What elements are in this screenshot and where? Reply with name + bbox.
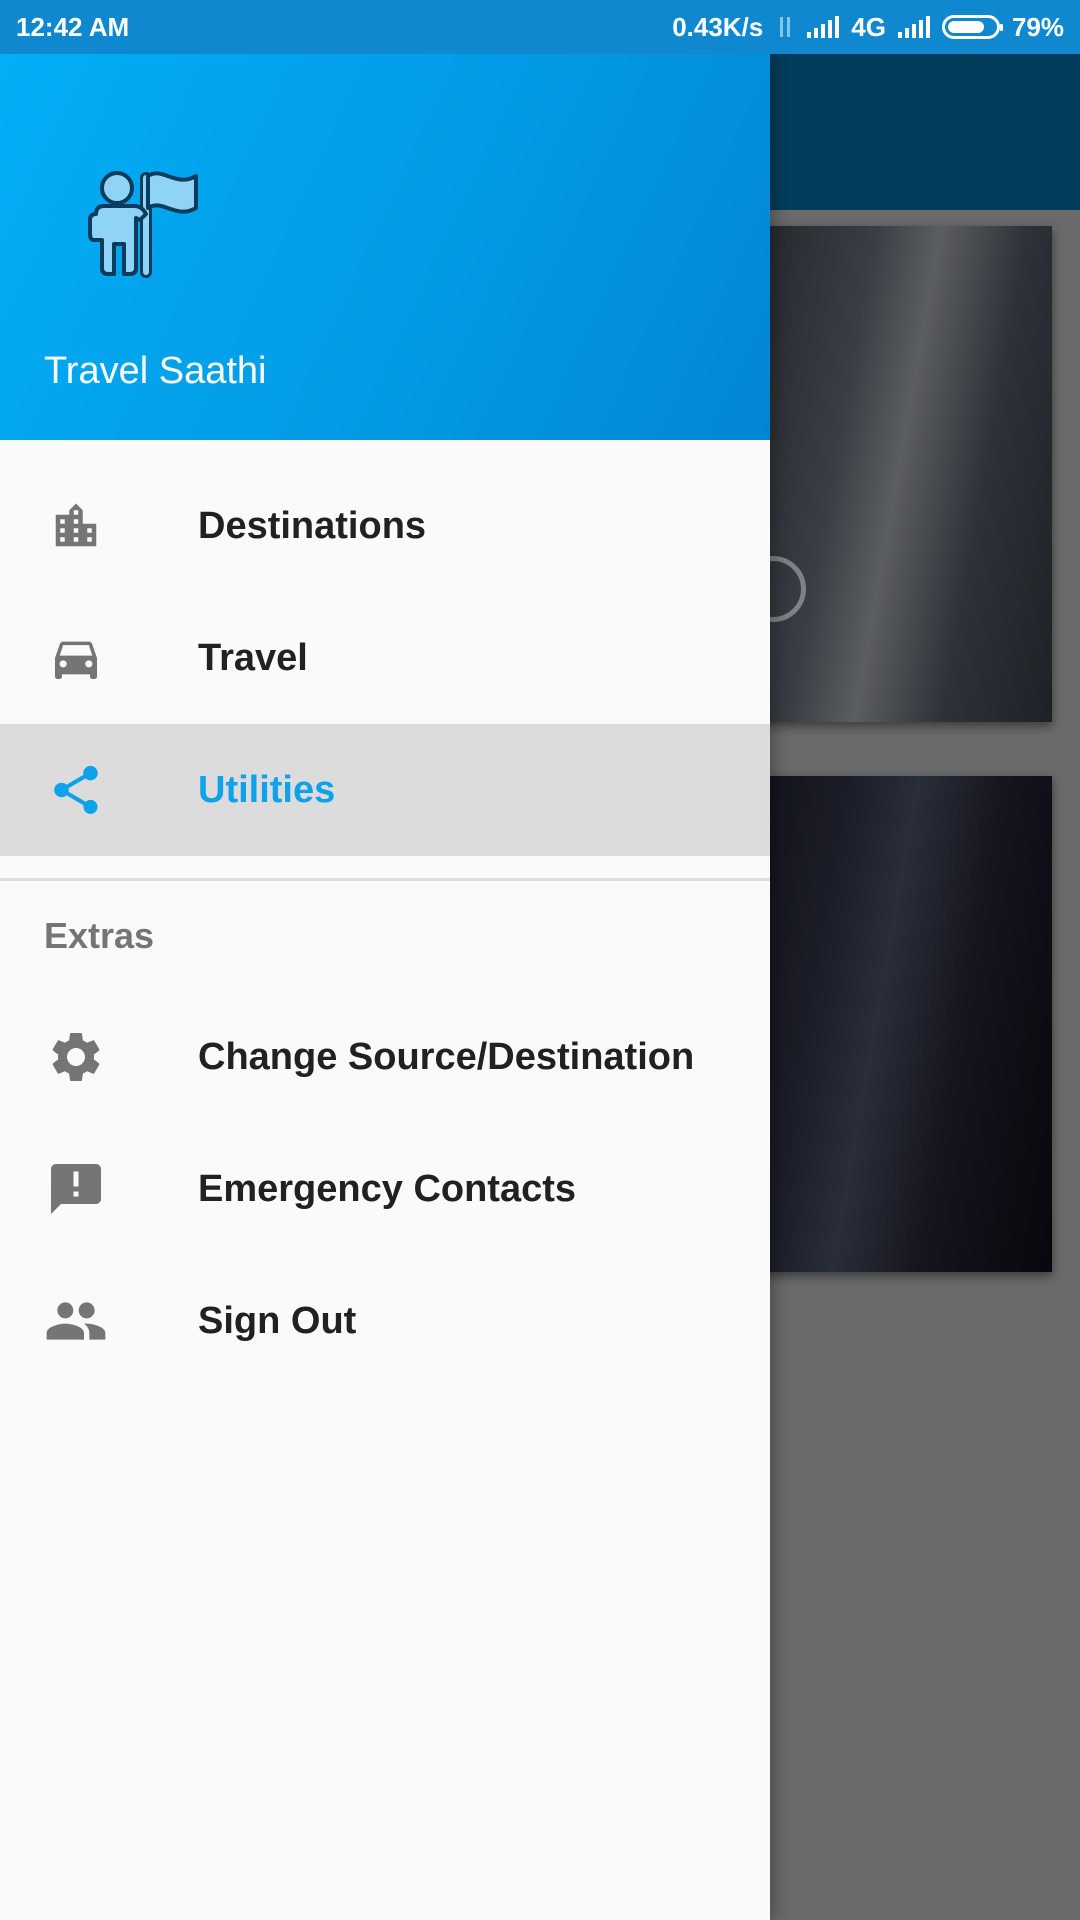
menu-item-label: Sign Out (198, 1299, 357, 1342)
traveler-flag-icon (88, 171, 198, 278)
menu-item-label: Utilities (198, 768, 336, 811)
signal-strength-icon (807, 16, 840, 38)
battery-percent: 79% (1011, 11, 1064, 42)
city-building-icon (44, 494, 108, 558)
data-transfer-icon (775, 15, 795, 39)
status-indicators: 0.43K/s 4G 79% (672, 12, 1064, 43)
menu-item-label: Emergency Contacts (198, 1167, 577, 1210)
menu-item-destinations[interactable]: Destinations (0, 460, 770, 592)
people-icon (44, 1289, 108, 1353)
menu-item-sign-out[interactable]: Sign Out (0, 1255, 770, 1387)
car-icon (44, 626, 108, 690)
share-icon (44, 758, 108, 822)
menu-item-label: Travel (198, 636, 308, 679)
network-speed: 0.43K/s (672, 11, 764, 42)
network-type: 4G (851, 11, 886, 42)
menu-item-label: Change Source/Destination (198, 1035, 695, 1078)
battery-fill (947, 21, 985, 33)
section-title-extras: Extras (44, 915, 155, 956)
navigation-drawer: Travel Saathi Destinations Travel Utilit… (0, 54, 770, 1920)
status-bar: 12:42 AM 0.43K/s 4G 79% (0, 0, 1080, 54)
menu-item-emergency-contacts[interactable]: Emergency Contacts (0, 1123, 770, 1255)
alert-message-icon (44, 1157, 108, 1221)
signal-strength-2-icon (897, 16, 930, 38)
app-name: Travel Saathi (44, 350, 267, 392)
menu-item-utilities[interactable]: Utilities (0, 724, 770, 856)
menu-item-change-source-destination[interactable]: Change Source/Destination (0, 991, 770, 1123)
status-time: 12:42 AM (16, 11, 130, 42)
gear-icon (44, 1025, 108, 1089)
battery-icon (941, 15, 1003, 39)
menu-item-travel[interactable]: Travel (0, 592, 770, 724)
drawer-header: Travel Saathi (0, 54, 770, 440)
menu-item-label: Destinations (198, 504, 427, 547)
